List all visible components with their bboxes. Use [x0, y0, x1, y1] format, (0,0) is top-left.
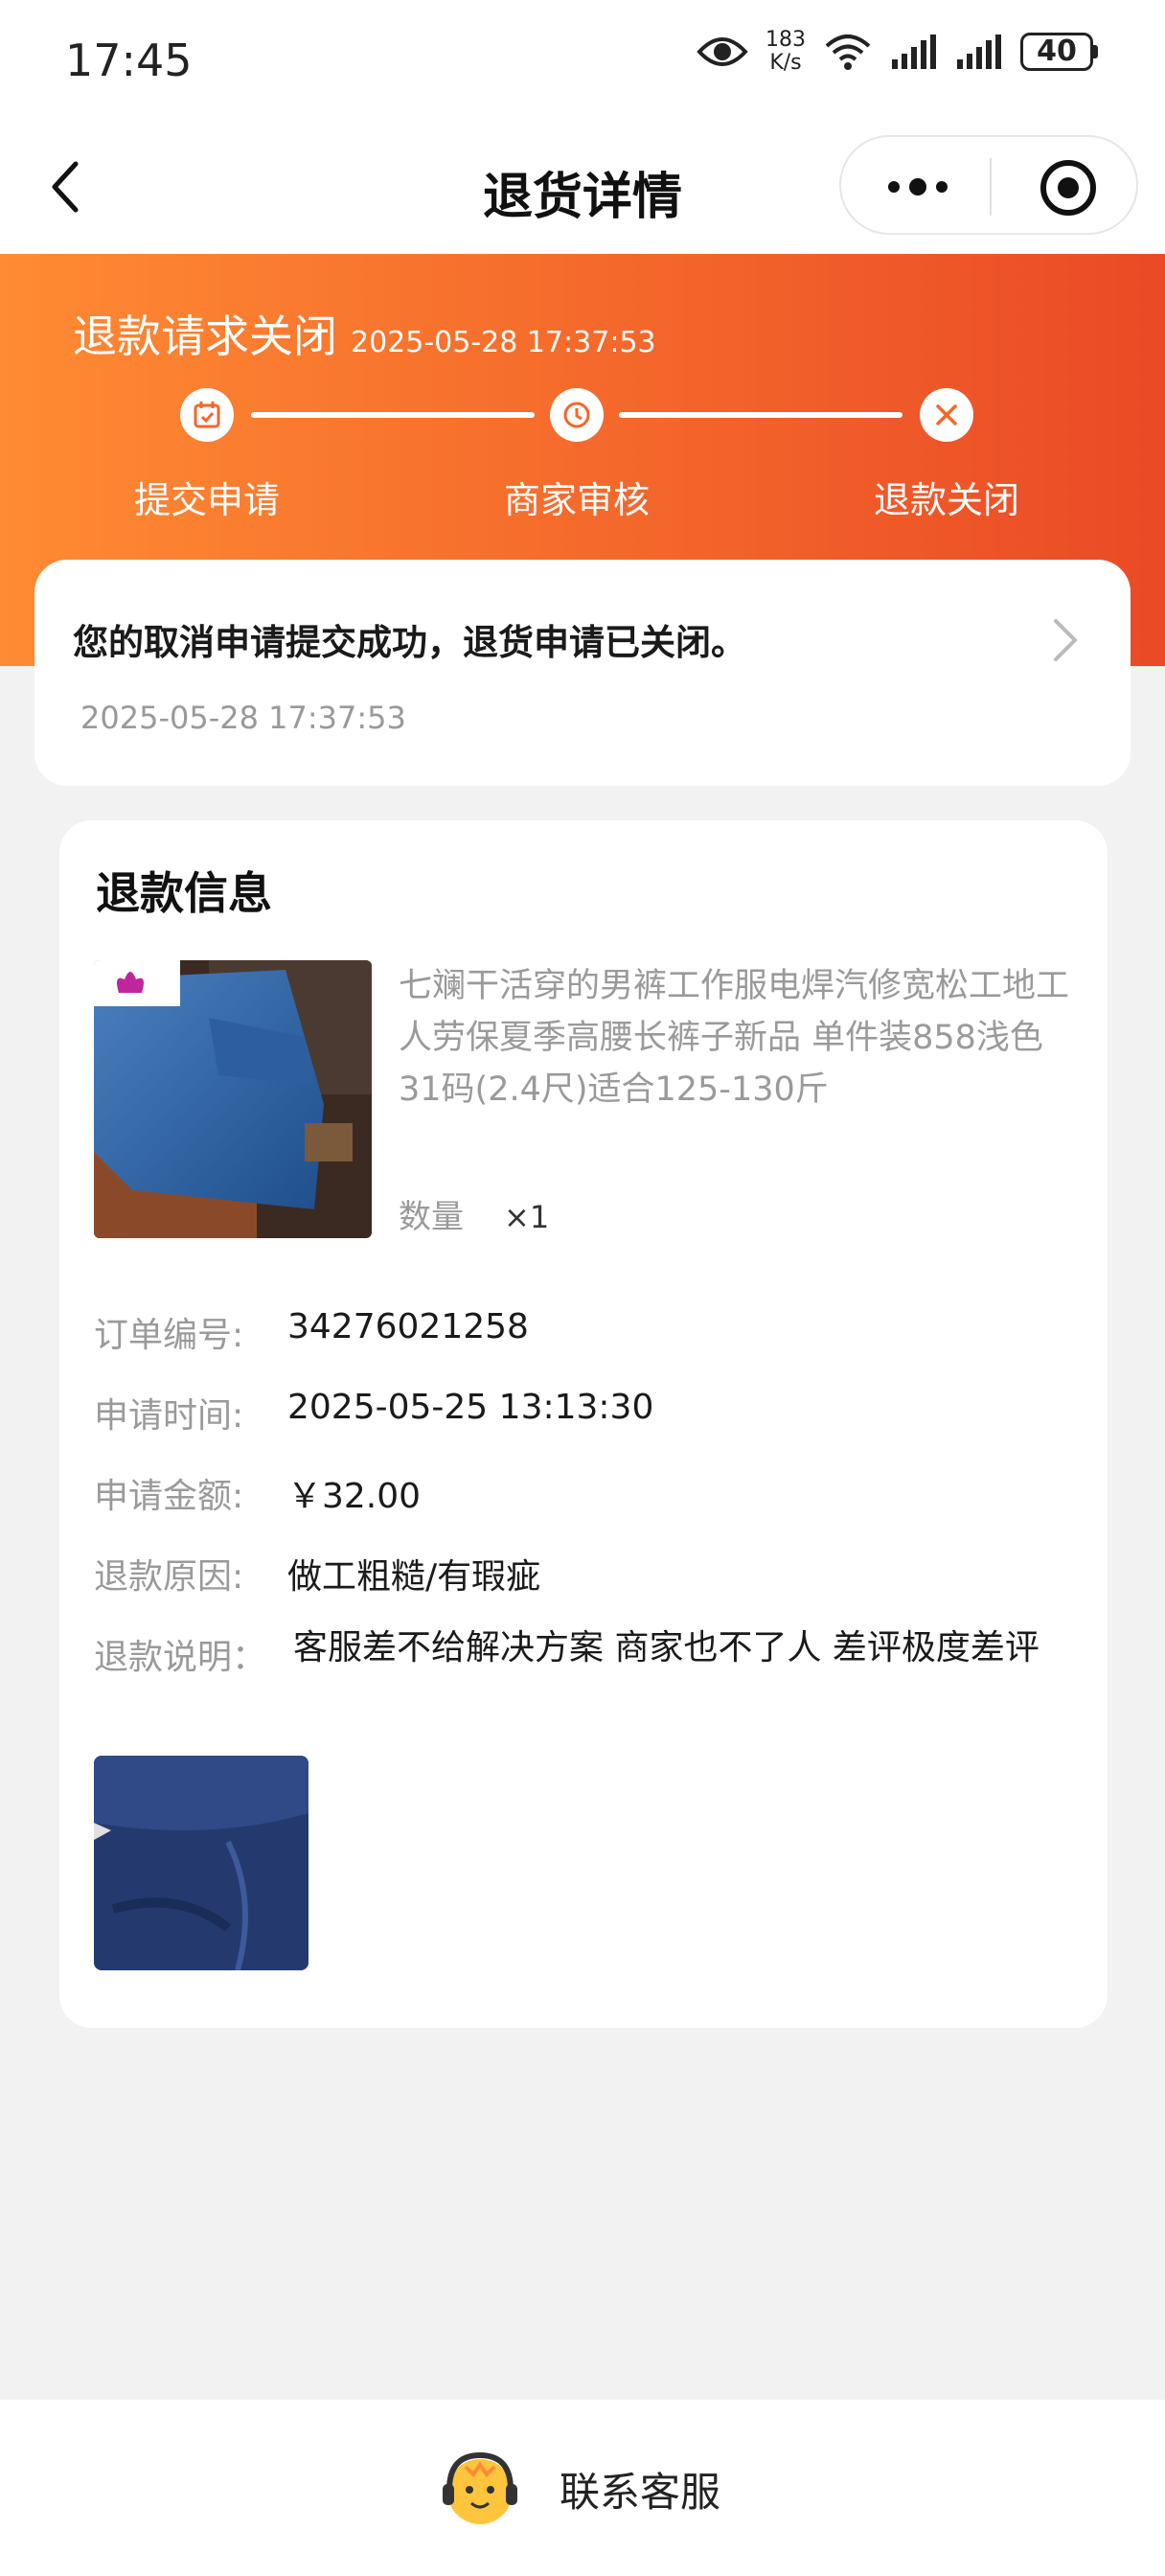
signal-icon	[957, 34, 1001, 69]
chevron-right-icon	[1054, 619, 1077, 661]
refund-reason: 做工粗糙/有瑕疵	[287, 1557, 541, 1597]
contact-service-button[interactable]: 联系客服	[437, 2448, 720, 2530]
notice-time: 2025-05-28 17:37:53	[80, 700, 406, 736]
battery-level: 40	[1020, 33, 1093, 71]
product-image[interactable]	[94, 960, 372, 1238]
step-submit: 提交申请	[82, 388, 331, 523]
step-label: 退款关闭	[873, 479, 1019, 521]
customer-service-icon	[443, 2451, 517, 2524]
refund-description: 客服差不给解决方案 商家也不了人 差评极度差评	[293, 1628, 1039, 1668]
net-speed-value: 183	[765, 28, 806, 52]
more-dots-icon[interactable]	[879, 158, 956, 216]
wifi-icon	[825, 34, 871, 70]
refund-info-card: 退款信息 七斓干活穿的男裤工作服电焊汽修宽松工地工人劳保夏季高腰长裤子新品 单件…	[59, 820, 1108, 2028]
close-icon	[920, 388, 973, 442]
net-speed: 183 K/s	[765, 29, 806, 75]
field-label: 退款原因:	[94, 1557, 244, 1597]
nav-bar: 退货详情	[0, 120, 1165, 254]
capsule-divider	[990, 158, 992, 216]
status-time: 17:45	[65, 34, 193, 86]
refund-info-title: 退款信息	[96, 867, 272, 919]
mini-program-capsule	[839, 135, 1138, 235]
field-label: 申请时间:	[94, 1396, 244, 1436]
evidence-image[interactable]	[94, 1756, 308, 1970]
net-speed-unit: K/s	[769, 51, 802, 75]
contact-service-label: 联系客服	[560, 2468, 721, 2516]
field-label: 订单编号:	[94, 1316, 244, 1355]
step-label: 提交申请	[133, 479, 280, 521]
notice-text: 您的取消申请提交成功，退货申请已关闭。	[73, 622, 746, 663]
product-quantity: 数量 ×1	[399, 1190, 549, 1237]
target-icon[interactable]	[1040, 160, 1096, 216]
bottom-bar: 联系客服	[0, 2400, 1165, 2576]
battery-icon: 40	[1020, 33, 1098, 71]
field-label: 申请金额:	[94, 1477, 244, 1516]
field-label: 退款说明：	[94, 1638, 267, 1677]
progress-steps: 提交申请 商家审核 退款关闭	[0, 388, 1165, 522]
refund-status-text: 退款请求关闭	[73, 310, 337, 362]
product-name[interactable]: 七斓干活穿的男裤工作服电焊汽修宽松工地工人劳保夏季高腰长裤子新品 单件装858浅…	[399, 960, 1069, 1116]
order-number[interactable]: 34276021258	[287, 1307, 529, 1346]
step-closed: 退款关闭	[822, 388, 1071, 523]
apply-amount: ￥32.00	[287, 1477, 422, 1516]
step-label: 商家审核	[503, 479, 650, 521]
refund-status-time: 2025-05-28 17:37:53	[351, 326, 656, 359]
status-bar: 17:45 183 K/s 40	[0, 0, 1165, 120]
notice-card[interactable]: 您的取消申请提交成功，退货申请已关闭。 2025-05-28 17:37:53	[34, 560, 1131, 786]
calendar-check-icon	[180, 388, 234, 442]
apply-time: 2025-05-25 13:13:30	[287, 1388, 654, 1427]
refund-status: 退款请求关闭 2025-05-28 17:37:53	[73, 302, 656, 365]
quantity-value: ×1	[504, 1199, 550, 1235]
clock-icon	[550, 388, 604, 442]
quantity-label: 数量	[399, 1198, 464, 1236]
eye-icon	[697, 37, 748, 66]
signal-icon	[892, 34, 936, 69]
status-icons: 183 K/s 40	[697, 29, 1098, 75]
step-review: 商家审核	[452, 388, 701, 523]
